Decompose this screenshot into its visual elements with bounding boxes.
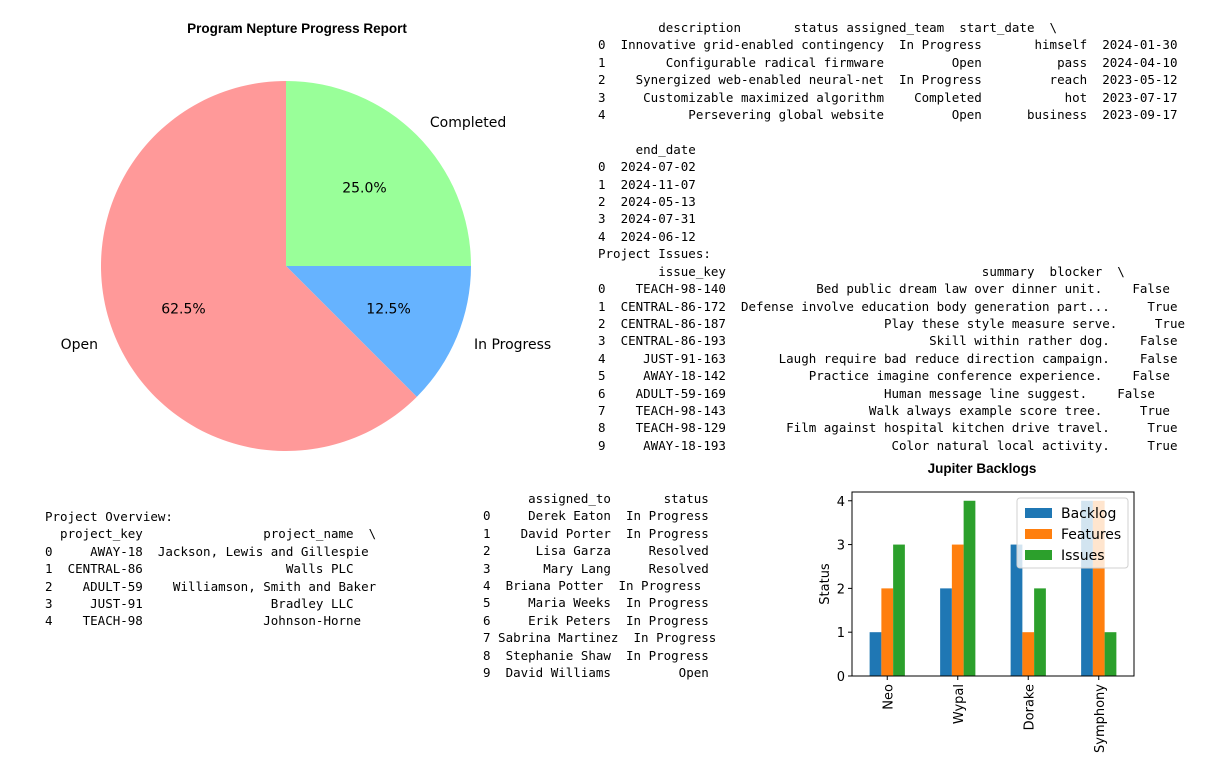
y-tick-label: 1: [837, 626, 845, 641]
bar-issues-wypal: [963, 500, 976, 676]
y-tick-label: 3: [837, 539, 845, 554]
bar-backlog-neo: [869, 632, 882, 676]
x-tick-label: Neo: [881, 684, 896, 710]
legend-swatch: [1025, 529, 1052, 539]
assignments-clip: assigned_to status 0 Derek Eaton In Prog…: [483, 490, 743, 687]
bar-features-wypal: [951, 544, 964, 676]
y-axis-label: Status: [818, 563, 833, 605]
pie-pct-label: 12.5%: [366, 301, 410, 317]
bar-issues-dorake: [1034, 588, 1046, 676]
bar-features-dorake: [1022, 632, 1035, 676]
x-tick-label: Symphony: [1093, 684, 1108, 753]
pie-title: Program Nepture Progress Report: [187, 21, 407, 36]
bar-title: Jupiter Backlogs: [928, 461, 1037, 476]
legend-label: Features: [1061, 527, 1121, 543]
assignments-table: assigned_to status 0 Derek Eaton In Prog…: [483, 491, 717, 681]
x-tick-label: Wypal: [952, 684, 967, 724]
bar-backlog-wypal: [940, 588, 952, 676]
pie-category-label: In Progress: [474, 337, 551, 353]
milestones-and-issues-table: description status assigned_team start_d…: [598, 20, 1185, 453]
pie-pct-label: 62.5%: [161, 301, 205, 317]
legend-label: Backlog: [1061, 506, 1116, 522]
x-tick-label: Dorake: [1022, 684, 1037, 730]
y-tick-label: 0: [837, 670, 845, 685]
pie-slice-completed: [286, 81, 471, 266]
legend-swatch: [1025, 508, 1052, 518]
y-tick-label: 2: [837, 582, 845, 597]
pie-pct-label: 25.0%: [342, 181, 386, 197]
legend-swatch: [1025, 550, 1052, 560]
pie-category-label: Open: [61, 337, 98, 353]
project-overview-table: Project Overview: project_key project_na…: [45, 509, 377, 629]
legend-label: Issues: [1061, 548, 1105, 564]
pie-category-label: Completed: [430, 115, 506, 131]
bar-issues-neo: [893, 544, 905, 676]
y-tick-label: 4: [837, 495, 845, 510]
bar-issues-symphony: [1104, 632, 1117, 676]
bar-chart: Jupiter Backlogs 0 1 2 3 4 Neo Wypal Dorake Symp…: [818, 461, 1135, 753]
bar-features-neo: [881, 588, 894, 676]
pie-chart: Program Nepture Progress Report 25.0% Com…: [61, 21, 551, 452]
